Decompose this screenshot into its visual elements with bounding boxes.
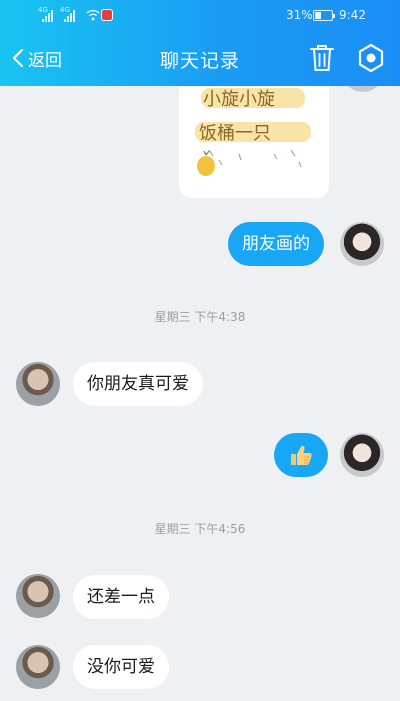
wifi-icon — [86, 10, 100, 21]
back-label: 返回 — [28, 50, 62, 71]
incoming-message[interactable]: 你朋友真可爱 — [73, 362, 203, 406]
back-button[interactable]: 返回 — [12, 44, 62, 72]
incoming-message[interactable]: 没你可爱 — [73, 645, 169, 689]
timestamp: 星期三 下午4:38 — [154, 310, 246, 324]
my-avatar[interactable] — [340, 433, 384, 477]
status-time: 9:42 — [339, 8, 366, 22]
contact-avatar[interactable] — [16, 362, 60, 406]
message-text: 没你可爱 — [87, 657, 155, 677]
message-text: 你朋友真可爱 — [87, 374, 189, 394]
incoming-message[interactable]: 还差一点 — [73, 575, 169, 619]
chat-list[interactable]: 小旋小旋 饭桶一只 朋友画的 星期三 下午4:38 你朋友真可爱 星期三 下午4… — [0, 0, 400, 701]
notification-icon — [101, 9, 113, 21]
message-text: 还差一点 — [87, 587, 155, 607]
battery-percent: 31% — [286, 8, 313, 22]
drawing-text-line-2: 饭桶一只 — [199, 123, 271, 144]
my-avatar[interactable] — [340, 222, 384, 266]
battery-icon — [313, 10, 335, 21]
chevron-left-icon — [12, 48, 24, 68]
thumbs-up-icon — [291, 445, 312, 465]
contact-avatar[interactable] — [16, 645, 60, 689]
contact-avatar[interactable] — [16, 574, 60, 618]
cell-signal-icon: 4G — [60, 6, 75, 22]
cell-signal-icon: 4G — [38, 6, 53, 22]
outgoing-message[interactable]: 朋友画的 — [228, 222, 324, 266]
chat-history-screen: 小旋小旋 饭桶一只 朋友画的 星期三 下午4:38 你朋友真可爱 星期三 下午4… — [0, 0, 400, 701]
message-text: 朋友画的 — [242, 234, 310, 254]
app-header: 4G 4G 31% 9:42 返回 聊天记录 — [0, 0, 400, 86]
timestamp: 星期三 下午4:56 — [154, 522, 246, 536]
drawing-text-line-1: 小旋小旋 — [203, 89, 275, 110]
settings-hexagon-icon[interactable] — [357, 43, 385, 73]
status-bar: 4G 4G 31% 9:42 — [0, 0, 400, 32]
trash-icon[interactable] — [309, 44, 335, 72]
outgoing-emoji-message[interactable] — [274, 433, 328, 477]
